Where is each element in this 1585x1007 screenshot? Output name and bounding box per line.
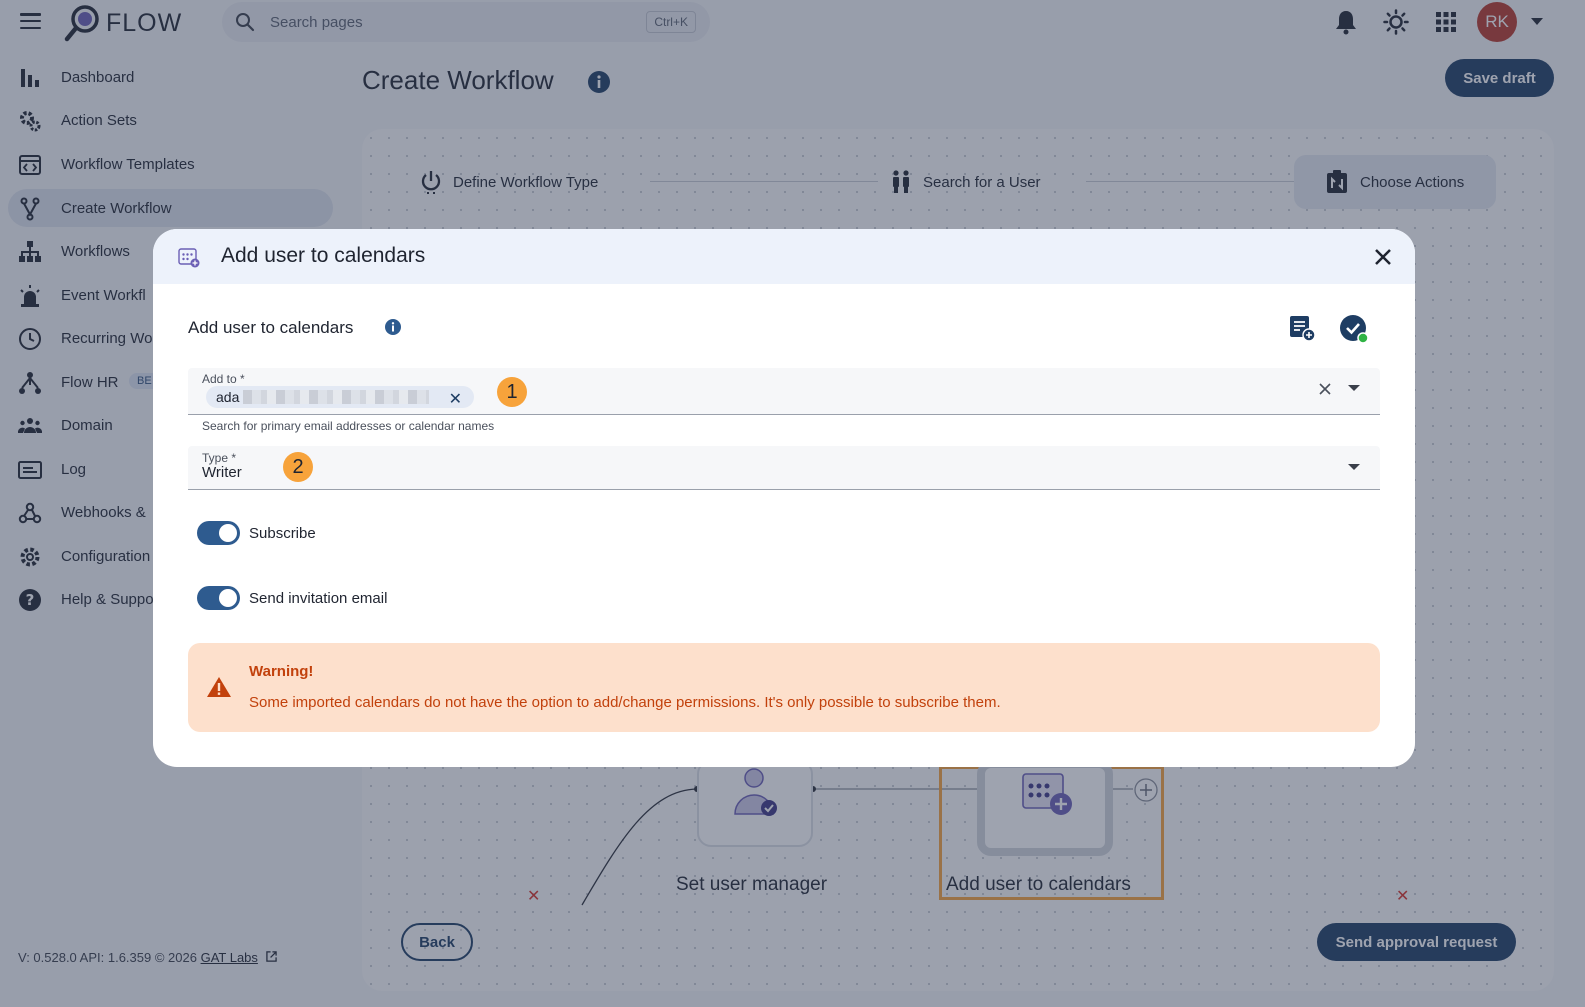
calendar-icon (178, 248, 200, 268)
chip-remove-icon[interactable]: ✕ (449, 389, 462, 409)
warning-alert: Warning! Some imported calendars do not … (188, 643, 1380, 732)
step-badge-1: 1 (497, 377, 527, 407)
dialog-header: Add user to calendars (153, 229, 1415, 284)
dropdown-arrow-icon[interactable] (1348, 464, 1360, 471)
warning-triangle-icon (207, 677, 231, 697)
add-to-label: Add to * (202, 372, 245, 386)
send-invitation-toggle[interactable] (197, 586, 240, 610)
clear-icon[interactable] (1318, 382, 1332, 396)
subscribe-label: Subscribe (249, 525, 316, 542)
type-value: Writer (202, 464, 242, 481)
subscribe-toggle[interactable] (197, 521, 240, 545)
add-user-calendars-dialog: Add user to calendars Add user to calend… (153, 229, 1415, 767)
section-title: Add user to calendars (188, 318, 354, 337)
step-badge-2: 2 (283, 452, 313, 482)
dialog-title: Add user to calendars (221, 244, 426, 267)
type-select[interactable]: Type * Writer (188, 446, 1380, 490)
close-icon[interactable] (1371, 245, 1395, 269)
warning-title: Warning! (249, 663, 314, 680)
add-note-icon[interactable] (1289, 315, 1315, 341)
info-icon[interactable] (385, 319, 401, 335)
type-label: Type * (202, 451, 237, 465)
check-circle-icon[interactable] (1339, 314, 1369, 344)
add-to-field[interactable]: Add to * ada ✕ (188, 368, 1380, 415)
calendar-chip[interactable]: ada ✕ (206, 386, 474, 408)
send-invitation-label: Send invitation email (249, 590, 388, 607)
dropdown-arrow-icon[interactable] (1348, 385, 1360, 392)
add-to-helper-text: Search for primary email addresses or ca… (202, 419, 495, 433)
warning-text: Some imported calendars do not have the … (249, 694, 1001, 711)
redacted-text (243, 390, 430, 404)
